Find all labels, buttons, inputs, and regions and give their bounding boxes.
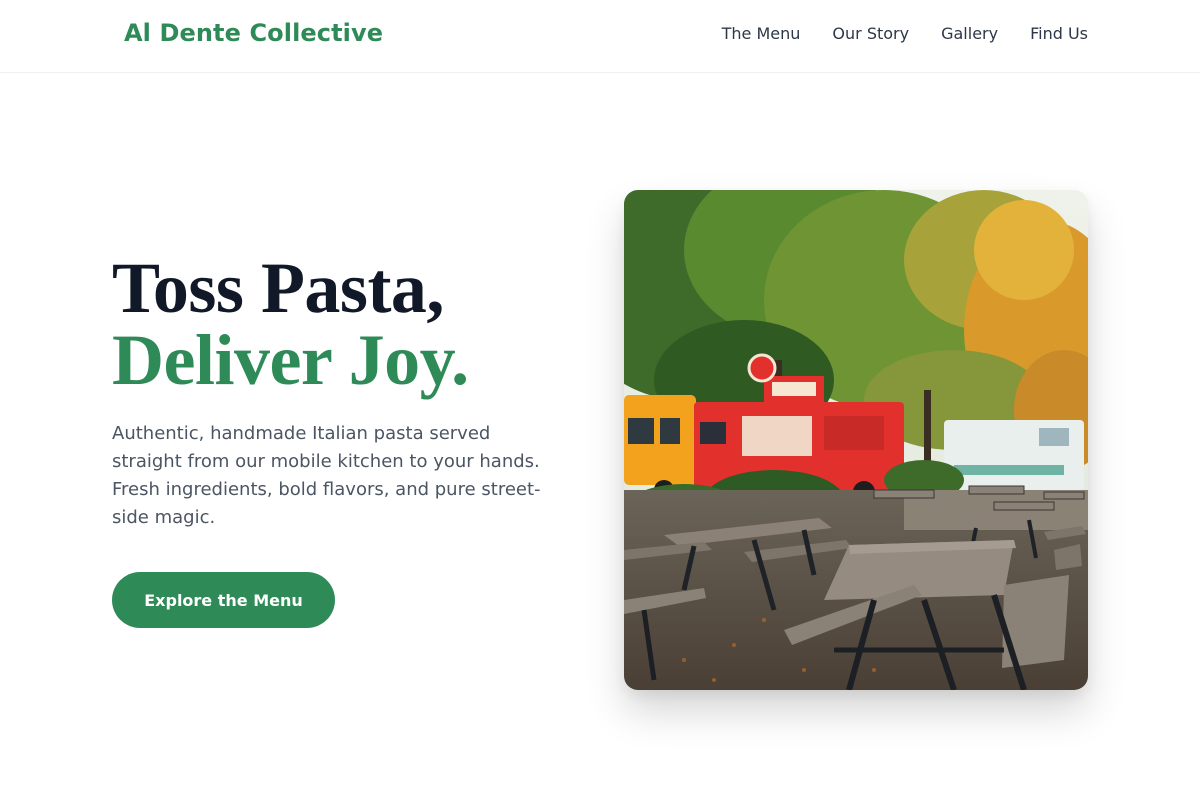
hero-description: Authentic, handmade Italian pasta served…: [112, 423, 541, 528]
nav-link-menu[interactable]: The Menu: [722, 24, 801, 44]
hero-image: [624, 190, 1088, 690]
nav-link-find-us[interactable]: Find Us: [1030, 24, 1088, 44]
brand-logo[interactable]: Al Dente Collective: [124, 19, 383, 47]
nav-link-gallery[interactable]: Gallery: [941, 24, 998, 44]
nav-link-our-story[interactable]: Our Story: [832, 24, 909, 44]
hero-title-line-2: Deliver Joy.: [112, 320, 469, 400]
hero-title-line-1: Toss Pasta,: [112, 248, 444, 328]
main-navigation: The Menu Our Story Gallery Find Us: [722, 24, 1088, 44]
explore-menu-button[interactable]: Explore the Menu: [112, 572, 335, 628]
hero-title: Toss Pasta, Deliver Joy.: [112, 252, 469, 396]
site-header: Al Dente Collective The Menu Our Story G…: [0, 0, 1200, 73]
